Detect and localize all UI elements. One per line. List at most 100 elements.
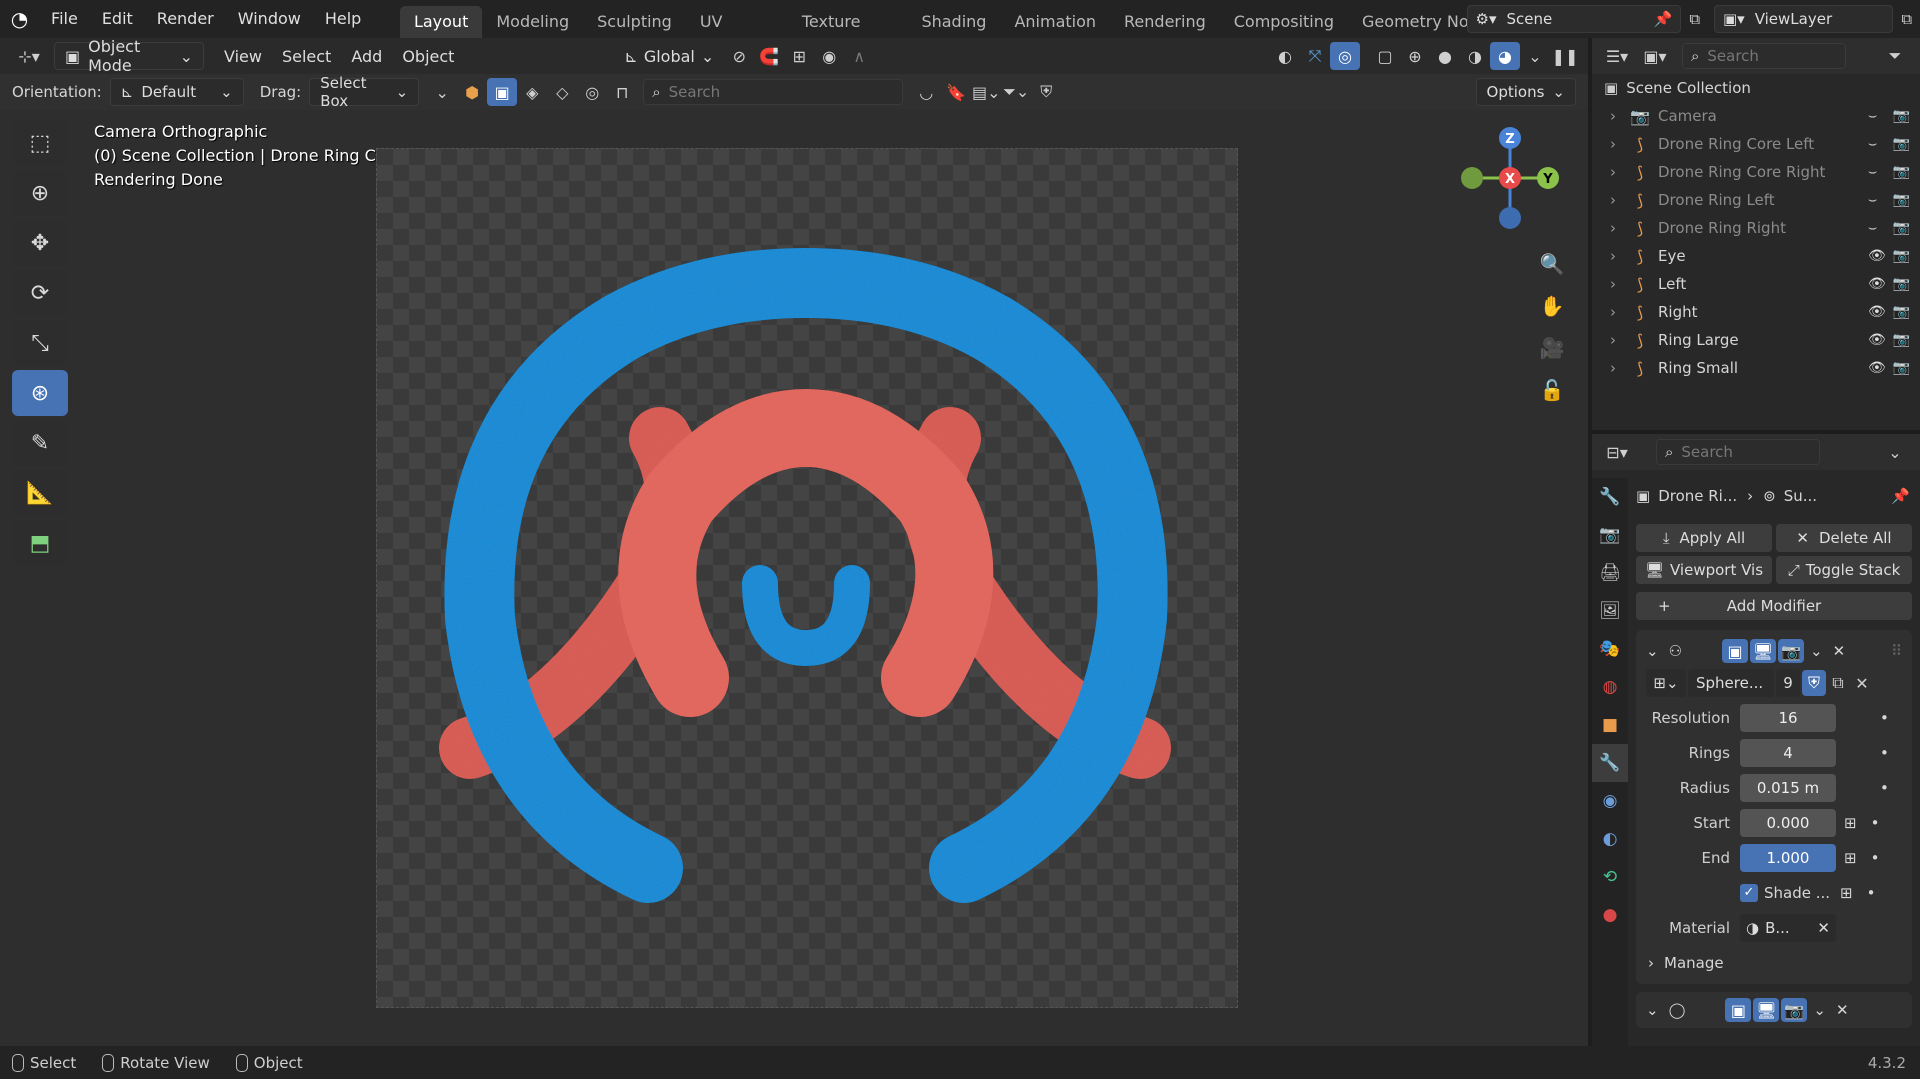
object-tab-icon[interactable]: ■ — [1592, 706, 1628, 744]
unlink-close-icon[interactable]: ✕ — [1850, 669, 1874, 697]
tool-tab-icon[interactable]: 🔧 — [1592, 478, 1628, 516]
expand-chevron-icon[interactable]: › — [1610, 163, 1624, 181]
tab-layout[interactable]: Layout — [399, 6, 483, 38]
tab-uv-editing[interactable]: UV Editing — [686, 6, 788, 63]
pin-icon[interactable]: 📌 — [1654, 10, 1673, 28]
display-mode-icon[interactable]: ▣▾ — [1640, 42, 1670, 70]
render-toggle-icon[interactable]: 📷 — [1778, 639, 1805, 663]
hidden-eye-icon[interactable]: ⌣ — [1868, 164, 1877, 180]
keyframe-dot[interactable]: • — [1880, 779, 1889, 797]
add-modifier-button[interactable]: + Add Modifier — [1636, 592, 1912, 620]
expand-chevron-icon[interactable]: › — [1610, 191, 1624, 209]
field-value[interactable]: 16 — [1740, 703, 1836, 732]
expand-chevron-icon[interactable]: › — [1610, 135, 1624, 153]
scene-selector[interactable]: ⚙▾ Scene 📌 — [1466, 5, 1682, 33]
field-value[interactable]: 0.000 — [1740, 808, 1836, 837]
menu-file[interactable]: File — [39, 0, 90, 38]
chevron-down-icon[interactable]: ⌄ — [1810, 642, 1823, 660]
outliner-search-field[interactable]: ⌕ Search — [1682, 43, 1846, 69]
outliner-item[interactable]: › ⟆ Drone Ring Left ⌣ 📷 — [1592, 186, 1920, 214]
keyframe-dot[interactable]: • — [1880, 709, 1889, 727]
node-group-name[interactable]: Sphere... — [1688, 669, 1774, 697]
field-value[interactable]: 4 — [1740, 738, 1836, 767]
expand-chevron-icon[interactable]: › — [1610, 275, 1624, 293]
field-value[interactable]: 1.000 — [1740, 843, 1836, 872]
new-scene-icon[interactable]: ⧉ — [1681, 10, 1708, 28]
tab-texture-paint[interactable]: Texture Paint — [788, 6, 908, 63]
render-camera-icon[interactable]: 📷 — [1893, 360, 1910, 376]
hidden-eye-icon[interactable]: ⌣ — [1868, 220, 1877, 236]
toggle-stack-button[interactable]: ⤢ Toggle Stack — [1776, 556, 1912, 584]
expand-chevron-icon[interactable]: › — [1610, 247, 1624, 265]
fake-user-shield-icon[interactable]: ⛨ — [1802, 670, 1826, 696]
scene-collection-row[interactable]: ▣ Scene Collection — [1592, 74, 1920, 102]
viewport-vis-button[interactable]: 🖥 Viewport Vis — [1636, 556, 1772, 584]
render-camera-icon[interactable]: 📷 — [1893, 192, 1910, 208]
eye-icon[interactable]: 👁 — [1868, 332, 1886, 348]
outliner-item[interactable]: › ⟆ Right 👁 📷 — [1592, 298, 1920, 326]
keyframe-dot[interactable]: • — [1871, 849, 1880, 867]
close-icon[interactable]: ✕ — [1833, 642, 1846, 660]
view-layer-selector[interactable]: ▣▾ ViewLayer — [1714, 5, 1894, 33]
physics-tab-icon[interactable]: ◐ — [1592, 820, 1628, 858]
keyframe-dot[interactable]: • — [1871, 814, 1880, 832]
gizmo-neg-y-axis[interactable] — [1461, 167, 1483, 189]
tab-geometry-nodes[interactable]: Geometry Node — [1348, 6, 1466, 38]
edit-mode-toggle-icon[interactable]: ▣ — [1725, 998, 1752, 1022]
gizmo-neg-z-axis[interactable] — [1499, 207, 1521, 229]
render-camera-icon[interactable]: 📷 — [1893, 276, 1910, 292]
material-tab-icon[interactable]: ● — [1592, 896, 1628, 934]
outliner-item[interactable]: › ⟆ Eye 👁 📷 — [1592, 242, 1920, 270]
outliner-editor-icon[interactable]: ☰▾ — [1602, 42, 1632, 70]
tab-rendering[interactable]: Rendering — [1110, 6, 1220, 38]
hidden-eye-icon[interactable]: ⌣ — [1868, 192, 1877, 208]
tab-shading[interactable]: Shading — [907, 6, 1000, 38]
socket-toggle-icon[interactable]: ⊞ — [1844, 849, 1857, 867]
particles-tab-icon[interactable]: ◉ — [1592, 782, 1628, 820]
output-tab-icon[interactable]: 🖨 — [1592, 554, 1628, 592]
collapse-icon[interactable]: ⌄ — [1646, 642, 1659, 660]
node-group-browse-icon[interactable]: ⊞⌄ — [1646, 669, 1686, 697]
expand-chevron-icon[interactable]: › — [1610, 331, 1624, 349]
shade-socket-icon[interactable]: ⊞ — [1840, 884, 1853, 902]
edit-mode-toggle-icon[interactable]: ▣ — [1722, 639, 1749, 663]
apply-all-button[interactable]: ⤓ Apply All — [1636, 524, 1772, 552]
menu-render[interactable]: Render — [145, 0, 226, 38]
render-camera-icon[interactable]: 📷 — [1893, 164, 1910, 180]
navigation-gizmo[interactable]: Z Y X — [1450, 118, 1570, 238]
viewport-toggle-icon[interactable]: 🖥 — [1750, 639, 1777, 663]
menu-edit[interactable]: Edit — [90, 0, 145, 38]
delete-all-button[interactable]: ✕ Delete All — [1776, 524, 1912, 552]
pan-hand-icon[interactable]: ✋ — [1537, 285, 1567, 327]
expand-chevron-icon[interactable]: › — [1610, 359, 1624, 377]
viewport-toggle-icon[interactable]: 🖥 — [1753, 998, 1780, 1022]
menu-help[interactable]: Help — [313, 0, 373, 38]
render-camera-icon[interactable]: 📷 — [1893, 332, 1910, 348]
material-field[interactable]: ◑ B... ✕ — [1740, 913, 1836, 942]
world-tab-icon[interactable]: ◍ — [1592, 668, 1628, 706]
view-layer-tab-icon[interactable]: 🖼 — [1592, 592, 1628, 630]
outliner-item[interactable]: › ⟆ Drone Ring Right ⌣ 📷 — [1592, 214, 1920, 242]
tab-sculpting[interactable]: Sculpting — [583, 6, 686, 38]
lock-icon[interactable]: 🔓 — [1537, 369, 1567, 411]
modifier-tab-icon[interactable]: 🔧 — [1592, 744, 1628, 782]
drag-handle-icon[interactable]: ⠿ — [1891, 642, 1902, 660]
close-icon[interactable]: ✕ — [1836, 1001, 1849, 1019]
expand-chevron-icon[interactable]: › — [1610, 303, 1624, 321]
eye-icon[interactable]: 👁 — [1868, 248, 1886, 264]
outliner-item[interactable]: › ⟆ Ring Large 👁 📷 — [1592, 326, 1920, 354]
expand-chevron-icon[interactable]: › — [1610, 107, 1624, 125]
tab-compositing[interactable]: Compositing — [1220, 6, 1348, 38]
eye-icon[interactable]: 👁 — [1868, 360, 1886, 376]
duplicate-icon[interactable]: ⧉ — [1826, 669, 1850, 697]
user-count[interactable]: 9 — [1776, 669, 1800, 697]
render-camera-icon[interactable]: 📷 — [1893, 304, 1910, 320]
eye-icon[interactable]: 👁 — [1868, 276, 1886, 292]
render-camera-icon[interactable]: 📷 — [1893, 248, 1910, 264]
pin-icon[interactable]: 📌 — [1891, 487, 1910, 505]
keyframe-dot[interactable]: • — [1880, 744, 1889, 762]
render-camera-icon[interactable]: 📷 — [1893, 220, 1910, 236]
3d-viewport[interactable]: ⊹▾ ▣ Object Mode ⌄ View Select Add Objec… — [0, 38, 1588, 1046]
scene-tab-icon[interactable]: 🎭 — [1592, 630, 1628, 668]
shade-anim-dot[interactable]: • — [1867, 884, 1876, 902]
